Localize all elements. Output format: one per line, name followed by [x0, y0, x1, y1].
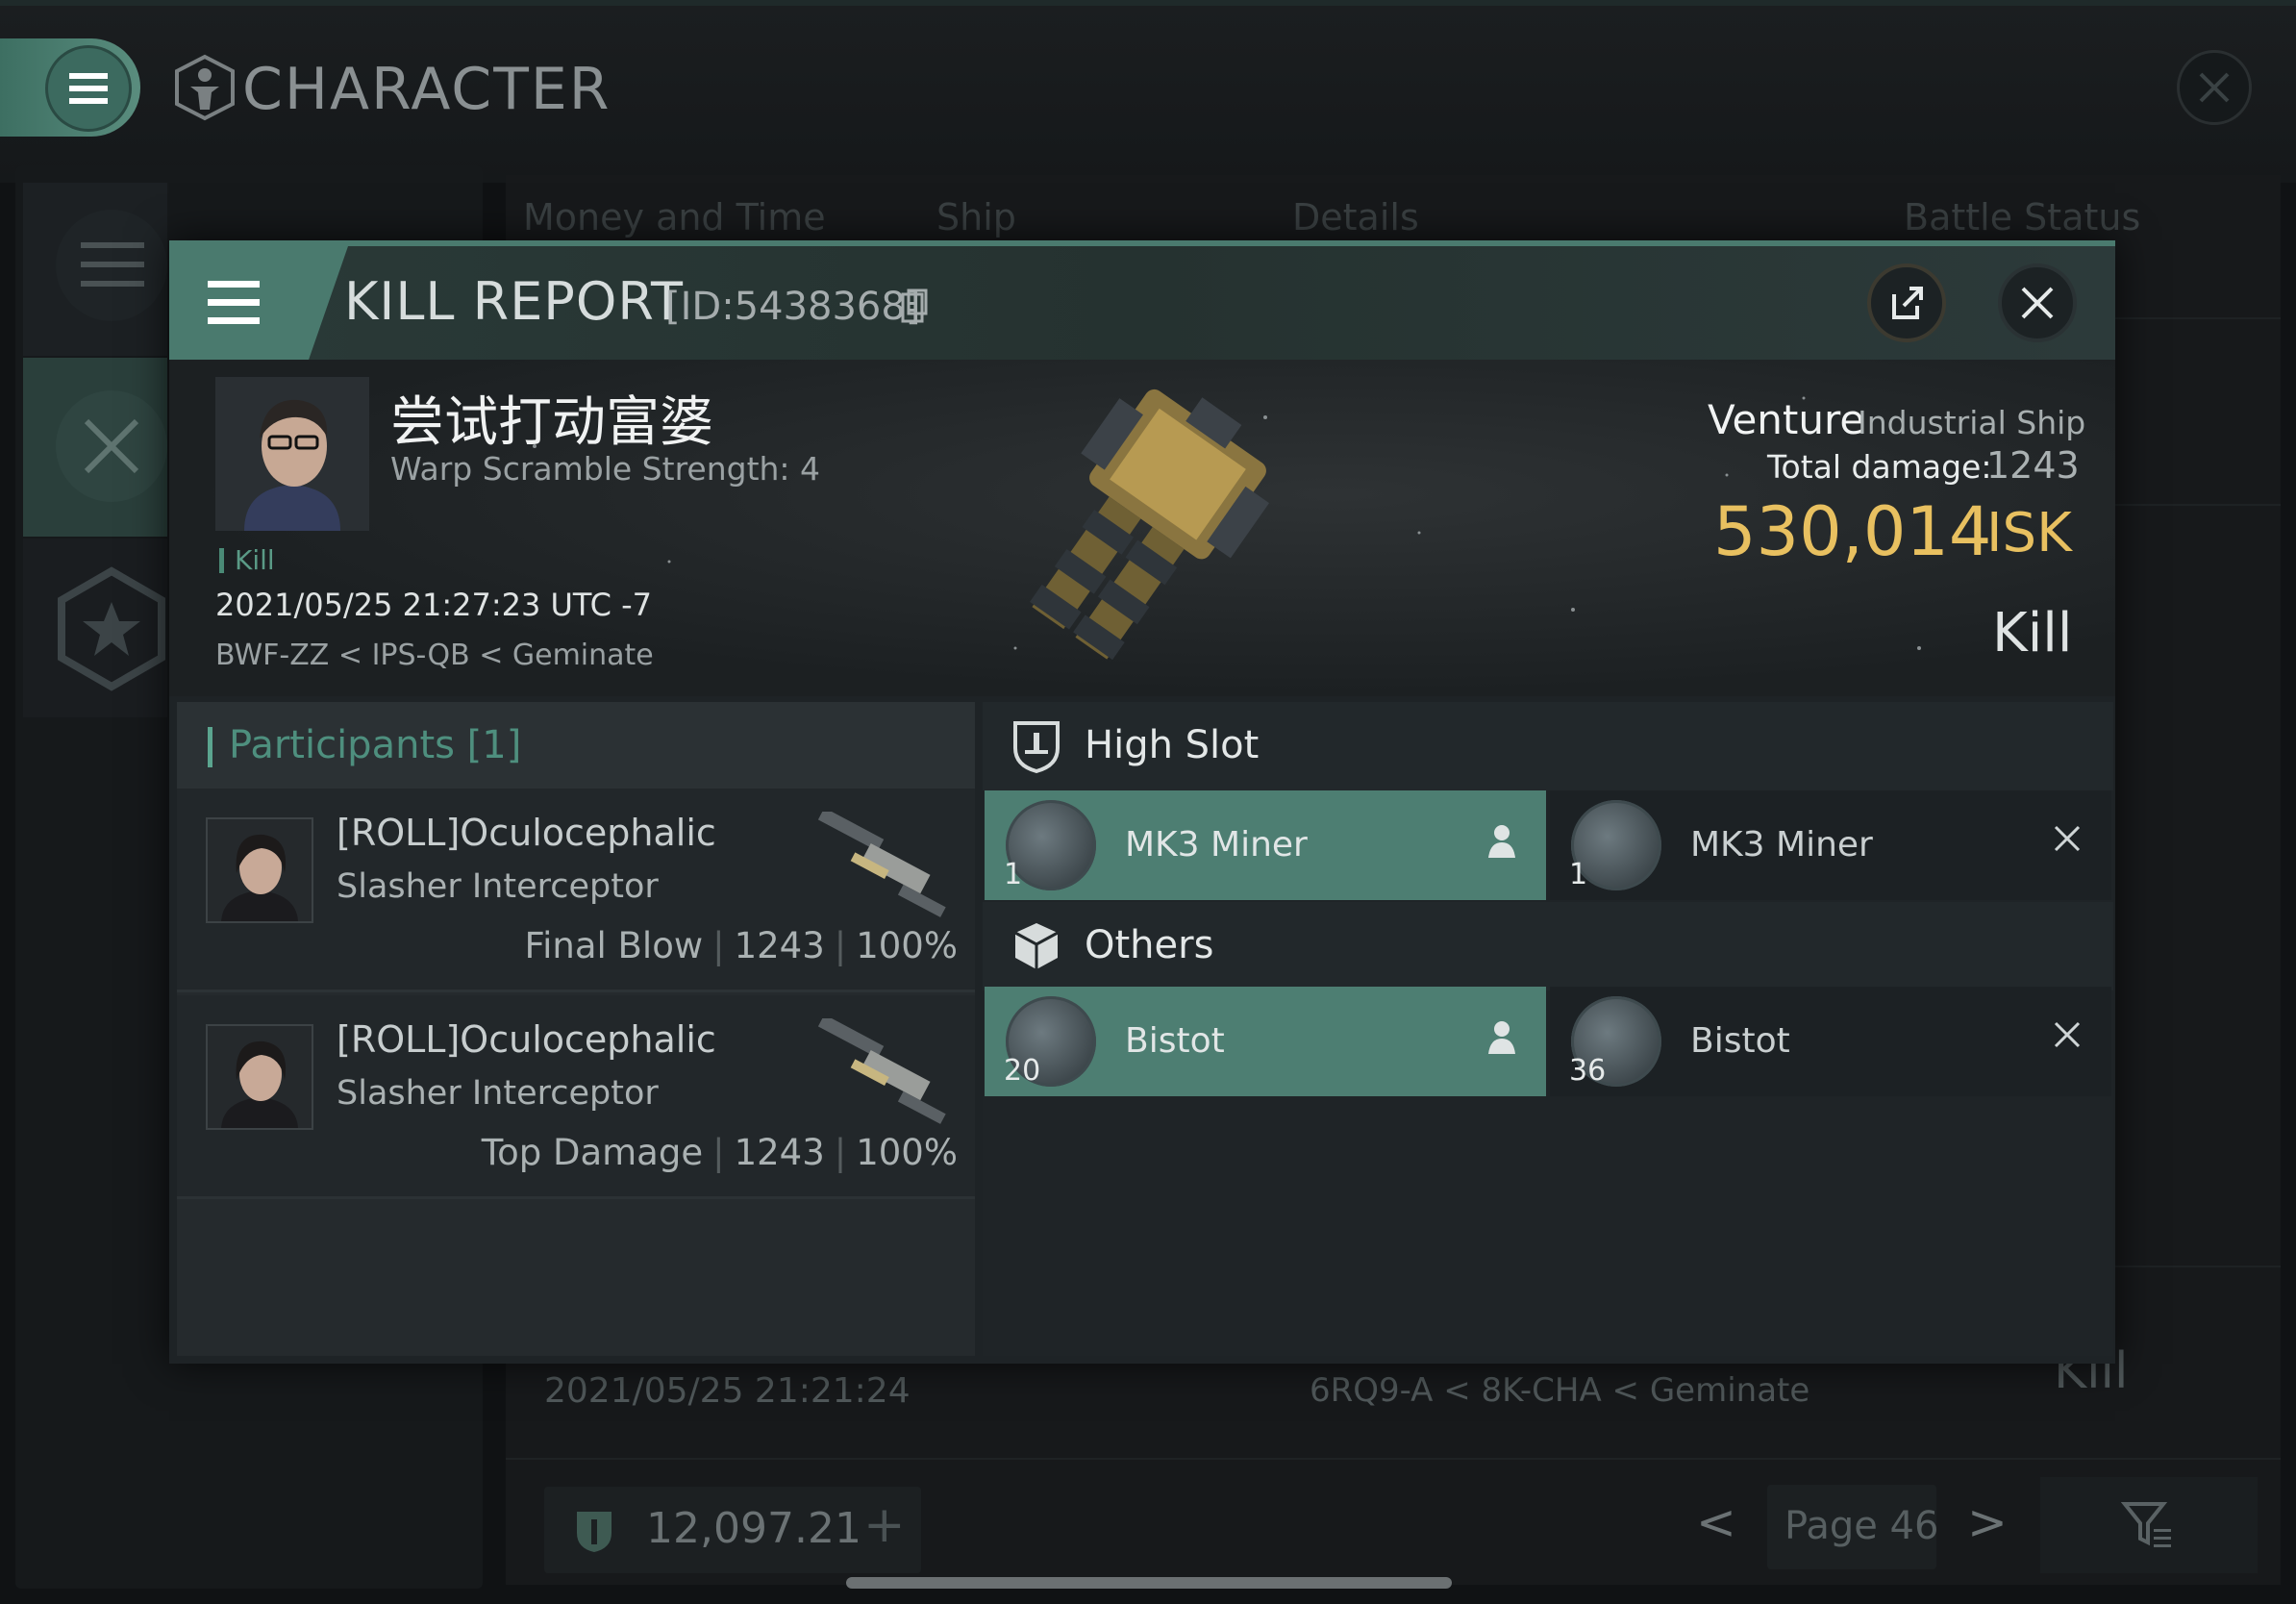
kill-datetime: 2021/05/25 21:27:23 UTC -7 [215, 587, 653, 623]
participant-name: [ROLL]Oculocephalic [337, 1018, 716, 1061]
character-icon [173, 54, 237, 121]
destroyed-module[interactable]: 1 MK3 Miner [985, 790, 1546, 900]
crossed-swords-icon [56, 390, 167, 502]
participant-stats: Top Damage | 1243 | 100% [481, 1132, 958, 1173]
isk-value: 530,014 [1713, 492, 1992, 571]
participants-header-marker [208, 727, 212, 767]
add-funds-button[interactable]: + [863, 1496, 906, 1554]
participant-damage-percent: 100% [856, 1132, 958, 1173]
share-button[interactable] [1867, 263, 1946, 342]
high-slot-icon [1010, 717, 1063, 775]
kill-tag: Kill [235, 544, 275, 576]
participants-title: Participants [1] [229, 723, 522, 767]
sidebar-item-battle[interactable] [23, 358, 167, 537]
top-damage-label: Top Damage [481, 1132, 704, 1173]
others-title: Others [1085, 923, 1214, 967]
previous-page-button[interactable]: < [1696, 1494, 1736, 1550]
participant-ship: Slasher Interceptor [337, 1074, 659, 1113]
star-badge-icon [58, 566, 165, 691]
total-damage-label: Total damage: [1767, 448, 1992, 486]
sidebar-item-list[interactable] [23, 183, 167, 356]
page-title: CHARACTER [242, 56, 611, 123]
close-app-button[interactable] [2177, 50, 2252, 125]
pilot-icon [1485, 821, 1519, 860]
kill-report-id: [ID:5438368] [665, 285, 921, 329]
high-slot-title: High Slot [1085, 723, 1260, 767]
dropped-item[interactable]: 36 Bistot [1550, 987, 2111, 1096]
participant-damage: 1243 [734, 925, 825, 966]
final-blow-label: Final Blow [524, 925, 704, 966]
main-menu-button[interactable] [0, 38, 140, 137]
venture-ship-image [1030, 388, 1270, 661]
filter-icon [2121, 1502, 2171, 1547]
participant-name: [ROLL]Oculocephalic [337, 812, 716, 854]
wallet-balance: 12,097.21 [646, 1504, 861, 1553]
close-icon [2021, 287, 2054, 319]
kill-tag-marker [219, 548, 224, 573]
item-name: Bistot [1125, 1021, 1225, 1061]
ship-render [952, 375, 1356, 692]
module-name: MK3 Miner [1690, 825, 1873, 865]
next-page-button[interactable]: > [1967, 1494, 2008, 1550]
module-quantity: 1 [1004, 858, 1023, 891]
battle-result: Kill [1992, 602, 2073, 664]
close-icon [2199, 72, 2230, 103]
sidebar-item-rank[interactable] [23, 539, 167, 717]
close-modal-button[interactable] [1998, 263, 2077, 342]
high-slot-header: High Slot [983, 702, 2113, 790]
hamburger-icon [48, 48, 129, 129]
participant-card[interactable]: [ROLL]Oculocephalic Slasher Interceptor … [177, 995, 975, 1199]
item-name: Bistot [1690, 1021, 1790, 1061]
horizontal-scrollbar[interactable] [846, 1577, 1452, 1589]
victim-portrait[interactable] [215, 377, 369, 531]
kill-location[interactable]: BWF-ZZ < IPS-QB < Geminate [215, 639, 654, 672]
module-name: MK3 Miner [1125, 825, 1308, 865]
avatar [215, 377, 369, 531]
dropped-module[interactable]: 1 MK3 Miner [1550, 790, 2111, 900]
ship-class: Industrial Ship [1858, 404, 2086, 441]
column-header-money[interactable]: Money and Time [523, 196, 826, 238]
list-icon [56, 210, 167, 321]
hamburger-icon [208, 281, 260, 324]
wallet-icon [577, 1512, 611, 1552]
slasher-ship-icon [792, 812, 965, 927]
kill-row-date: 2021/05/25 21:21:24 [544, 1371, 911, 1411]
kill-row-route: 6RQ9-A < 8K-CHA < Geminate [1310, 1371, 1810, 1410]
destroyed-x-icon [2050, 1017, 2084, 1052]
participant-stats: Final Blow | 1243 | 100% [524, 925, 959, 966]
ship-name[interactable]: Venture [1708, 396, 1864, 443]
slasher-ship-icon [792, 1018, 965, 1134]
page-label: Page 46 [1784, 1504, 1939, 1548]
victim-name[interactable]: 尝试打动富婆 [390, 379, 713, 457]
kill-report-title: KILL REPORT [344, 271, 684, 332]
participant-card[interactable]: [ROLL]Oculocephalic Slasher Interceptor … [177, 789, 975, 992]
module-quantity: 1 [1569, 858, 1588, 891]
row-divider [506, 1458, 2281, 1460]
others-header: Others [983, 902, 2113, 990]
column-header-battle-status[interactable]: Battle Status [1904, 196, 2140, 238]
total-damage-value: 1243 [1986, 444, 2080, 487]
isk-unit: ISK [1986, 502, 2072, 564]
item-quantity: 36 [1569, 1054, 1607, 1088]
copy-icon[interactable] [900, 288, 929, 325]
participant-damage: 1243 [734, 1132, 825, 1173]
participant-ship: Slasher Interceptor [337, 867, 659, 906]
column-header-ship[interactable]: Ship [936, 196, 1016, 238]
pilot-icon [1485, 1017, 1519, 1056]
destroyed-item[interactable]: 20 Bistot [985, 987, 1546, 1096]
cargo-box-icon [1010, 917, 1063, 975]
share-icon [1892, 287, 1923, 319]
participant-damage-percent: 100% [856, 925, 958, 966]
warp-scramble-strength: Warp Scramble Strength: 4 [390, 450, 821, 488]
destroyed-x-icon [2050, 821, 2084, 856]
filter-button[interactable] [2040, 1477, 2258, 1573]
column-header-details[interactable]: Details [1292, 196, 1419, 238]
participant-avatar[interactable] [206, 817, 313, 923]
participant-avatar[interactable] [206, 1024, 313, 1130]
item-quantity: 20 [1004, 1054, 1041, 1088]
